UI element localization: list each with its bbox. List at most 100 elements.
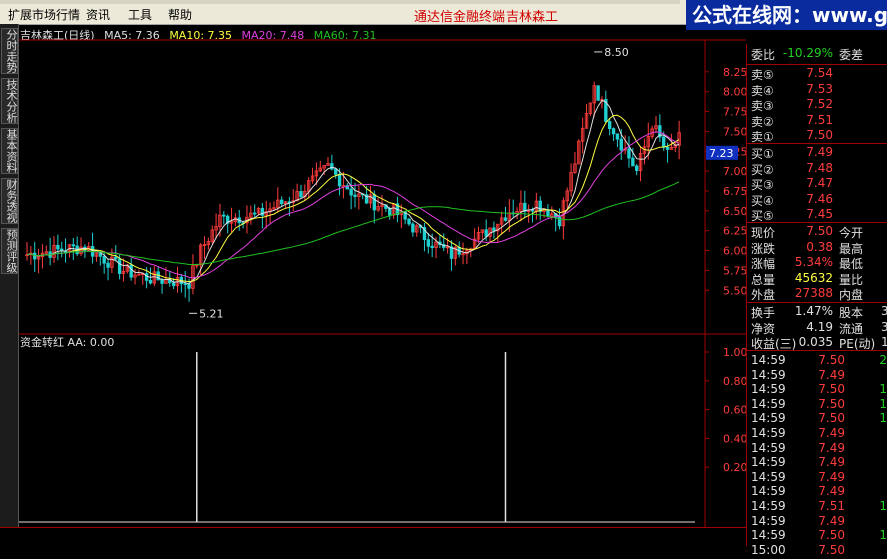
quote-stat-label: 现价 — [751, 226, 776, 240]
y-tick-label: 7.50 — [723, 125, 746, 138]
candle-body — [411, 223, 415, 233]
tick-volume: 1 — [879, 499, 887, 513]
tick-price: 7.50 — [818, 528, 845, 543]
tick-row: 14:59 7.50 1 — [751, 382, 887, 398]
sell-level-row: 卖① 7.50 — [751, 128, 887, 144]
tick-time: 14:59 — [751, 411, 786, 426]
sell-level-price: 7.51 — [806, 112, 833, 127]
sell-level-row: 卖④ 7.53 — [751, 82, 887, 98]
candle-body — [337, 173, 342, 187]
weicha-label: 委差 — [839, 48, 864, 62]
candle-body — [611, 128, 616, 135]
tick-row: 14:59 7.49 — [751, 514, 887, 530]
tick-price: 7.49 — [818, 513, 845, 528]
tick-time: 15:00 — [751, 542, 786, 557]
y-tick-label: 8.25 — [723, 66, 746, 79]
tick-price: 7.50 — [818, 382, 845, 397]
tick-time: 14:59 — [751, 513, 786, 528]
y-tick-label: 5.50 — [723, 284, 746, 297]
weibi-row: 委比 -10.29% 委差 — [751, 46, 887, 62]
kline-chart[interactable]: 8.505.21 8.258.007.757.507.257.006.756.5… — [0, 0, 746, 527]
sell-level-label: 卖② — [751, 114, 774, 129]
tick-price: 7.49 — [818, 484, 845, 499]
indicator-y-tick-label: 0.80 — [723, 375, 746, 388]
tick-price: 7.50 — [818, 542, 845, 557]
candle-body — [631, 157, 635, 167]
quote-stat-value: 45632 — [794, 270, 833, 285]
sell-level-label: 卖④ — [751, 83, 774, 98]
tick-time: 14:59 — [751, 484, 786, 499]
finance-stat-row: 净资 4.19 流通 3. — [751, 320, 887, 336]
buy-level-price: 7.47 — [806, 176, 833, 190]
candle-body — [596, 85, 600, 101]
tick-volume: 1 — [879, 411, 887, 426]
quote-stat-label: 涨跌 — [751, 241, 776, 256]
candle-body — [615, 133, 620, 140]
candle-body — [407, 218, 411, 225]
candle-body — [183, 283, 187, 286]
tick-price: 7.49 — [818, 469, 845, 484]
tick-price: 7.50 — [818, 396, 845, 411]
quote-stat-row: 外盘 27388 内盘 — [751, 286, 887, 302]
quote-stat-label-2: 今开 — [839, 226, 864, 240]
tick-volume: 1 — [879, 382, 887, 397]
buy-level-price: 7.48 — [806, 160, 833, 175]
candle-body — [279, 199, 284, 204]
y-tick-label: 5.75 — [723, 264, 746, 277]
finance-stat-row: 换手 1.47% 股本 3. — [751, 304, 887, 320]
candle-body — [353, 194, 357, 197]
tick-volume: 1 — [879, 528, 887, 543]
y-tick-label: 8.00 — [723, 86, 746, 99]
candle-body — [530, 209, 535, 212]
separator — [747, 350, 887, 351]
y-tick-label: 7.00 — [723, 165, 746, 178]
candle-body — [634, 165, 639, 171]
tick-time: 14:59 — [751, 426, 786, 440]
finance-stat-value-2: 3. — [881, 304, 887, 318]
quote-stat-label-2: 内盘 — [839, 288, 864, 302]
tick-time: 14:59 — [751, 455, 786, 470]
quote-stat-label-2: 最高 — [839, 241, 864, 256]
tick-row: 14:59 7.49 — [751, 426, 887, 442]
tick-row: 14:59 7.50 1 — [751, 528, 887, 544]
finance-stat-value: 1.47% — [794, 304, 833, 318]
y-tick-label: 6.25 — [723, 225, 746, 238]
candle-body — [426, 239, 431, 247]
buy-level-label: 买① — [751, 147, 774, 161]
candle-body — [662, 136, 666, 148]
candle-body — [546, 209, 550, 217]
finance-stat-value: 0.035 — [798, 335, 833, 349]
separator — [747, 64, 887, 65]
candle-body — [607, 121, 612, 130]
current-price-label: 7.23 — [709, 147, 734, 160]
candle-body — [222, 214, 226, 217]
tick-row: 14:59 7.50 1 — [751, 411, 887, 427]
buy-level-row: 买④ 7.46 — [751, 192, 887, 208]
tick-price: 7.50 — [818, 353, 845, 367]
quote-stat-label-2: 最低 — [839, 257, 864, 271]
buy-level-label: 买④ — [751, 193, 774, 208]
tick-row: 14:59 7.49 — [751, 470, 887, 486]
tick-time: 14:59 — [751, 499, 786, 513]
sell-level-row: 卖② 7.51 — [751, 113, 887, 129]
candle-body — [334, 168, 338, 175]
sell-level-row: 卖⑤ 7.54 — [751, 66, 887, 82]
sell-level-price: 7.53 — [806, 81, 833, 96]
candle-body — [106, 262, 110, 268]
tick-price: 7.49 — [818, 440, 845, 455]
quote-stat-label: 外盘 — [751, 288, 776, 302]
sell-level-price: 7.54 — [806, 66, 833, 80]
sell-level-row: 卖③ 7.52 — [751, 97, 887, 113]
buy-level-row: 买⑤ 7.45 — [751, 207, 887, 223]
quote-stat-row: 现价 7.50 今开 — [751, 224, 887, 240]
sell-level-price: 7.52 — [806, 97, 833, 111]
tick-time: 14:59 — [751, 353, 786, 367]
separator — [747, 222, 887, 223]
buy-level-label: 买③ — [751, 178, 774, 192]
x-axis-bar — [0, 527, 746, 547]
tick-time: 14:59 — [751, 440, 786, 455]
indicator-y-tick-label: 0.40 — [723, 432, 746, 445]
tick-row: 14:59 7.50 2 — [751, 353, 887, 369]
quote-stat-row: 总量 45632 量比 — [751, 271, 887, 287]
candle-body — [144, 273, 149, 281]
